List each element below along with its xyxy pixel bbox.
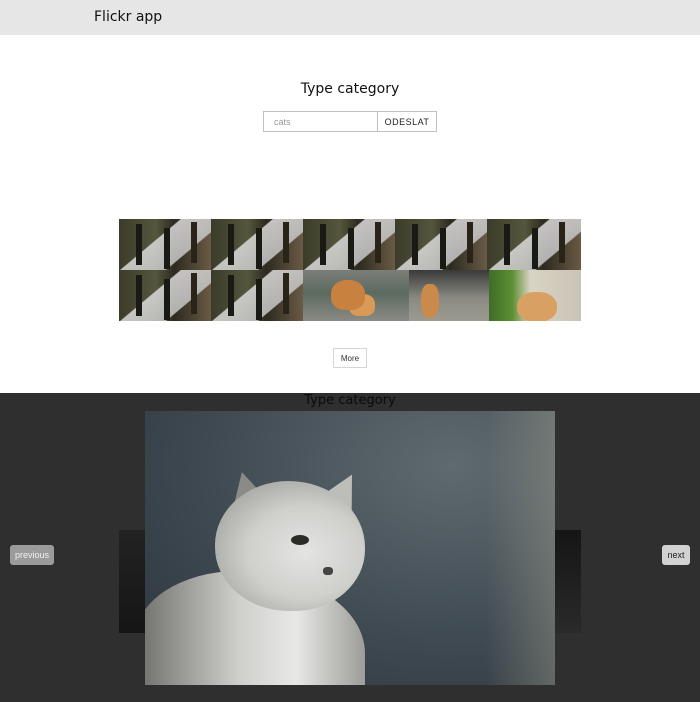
previous-button[interactable]: previous xyxy=(10,545,54,565)
category-heading: Type category xyxy=(300,81,400,97)
gallery-thumbnail[interactable] xyxy=(409,270,489,321)
category-input[interactable] xyxy=(263,111,381,132)
app-title: Flickr app xyxy=(94,9,163,25)
next-button[interactable]: next xyxy=(662,545,690,565)
gallery-thumbnail[interactable] xyxy=(211,219,303,270)
top-bar: Flickr app xyxy=(0,0,700,35)
main-content: Type category ODESLAT More xyxy=(0,35,700,393)
lightbox-image[interactable] xyxy=(145,411,555,685)
overlay-heading: Type category xyxy=(304,393,396,408)
previous-thumbnail xyxy=(119,530,147,633)
next-thumbnail xyxy=(553,530,581,633)
gallery-thumbnail[interactable] xyxy=(395,219,487,270)
gallery-thumbnail[interactable] xyxy=(303,270,409,321)
cat-eye xyxy=(291,535,309,545)
cat-nose xyxy=(323,567,333,575)
gallery-thumbnail[interactable] xyxy=(211,270,303,321)
gallery-thumbnail[interactable] xyxy=(119,270,211,321)
gallery-thumbnail[interactable] xyxy=(487,219,581,270)
cat-head xyxy=(215,481,365,611)
more-button[interactable]: More xyxy=(333,348,367,368)
photo-gallery xyxy=(119,219,581,321)
lightbox-overlay[interactable]: Type category previous next xyxy=(0,393,700,702)
gallery-thumbnail[interactable] xyxy=(303,219,395,270)
gallery-thumbnail[interactable] xyxy=(119,219,211,270)
submit-button[interactable]: ODESLAT xyxy=(377,111,437,132)
gallery-thumbnail[interactable] xyxy=(489,270,581,321)
